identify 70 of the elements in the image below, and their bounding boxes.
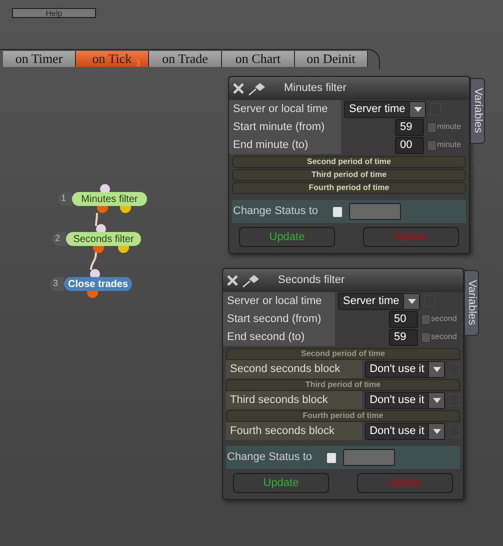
dropdown-field[interactable]: Don't use it [364,360,446,378]
number-field[interactable]: 50 [389,310,418,328]
node-pill[interactable]: Close trades [64,277,132,291]
tab[interactable]: on Chart [222,51,295,67]
node-number: 3 [50,277,64,291]
dropdown-field[interactable]: Don't use it [364,392,446,408]
dropdown-value: Don't use it [368,424,426,438]
dropdown-value: Server time [348,102,406,116]
field-label: Server or local time [229,100,341,118]
checkbox[interactable] [427,122,437,132]
checkbox[interactable] [421,332,431,342]
field-label: Second seconds block [226,360,362,378]
section-header[interactable]: Third period of time [226,379,460,391]
connector-line [95,212,98,226]
field-label: Third seconds block [226,391,362,409]
node-number: 2 [52,232,66,246]
checkbox[interactable] [327,452,336,462]
field-label: Start second (from) [223,310,335,328]
number-field[interactable]: 59 [395,118,424,136]
update-button[interactable]: Update [239,227,335,247]
connector-line [90,252,97,270]
tab[interactable]: on Deinit [295,51,368,67]
checkbox[interactable] [333,206,342,216]
field-label: Start minute (from) [229,118,341,136]
side-tab-label: Variables [464,280,479,326]
dropdown-field[interactable]: Server time [338,292,420,310]
dropdown-value: Don't use it [368,362,426,376]
node-pill[interactable]: Minutes filter [72,192,147,206]
pin-icon[interactable] [248,82,266,96]
field-label: End second (to) [223,328,335,346]
pin-icon[interactable] [242,274,260,288]
unit-label: second [431,313,457,325]
close-icon[interactable] [233,83,244,94]
status-field[interactable] [343,449,395,466]
field-label: Fourth seconds block [226,422,362,440]
number-field[interactable]: 00 [395,136,424,154]
tab[interactable]: on Timer [3,51,76,67]
checkbox[interactable] [421,314,431,324]
unit-label: minute [437,121,462,133]
side-tab-label: Variables [470,88,485,134]
status-label: Change Status to [227,450,314,466]
side-tab[interactable]: Variables [464,270,479,336]
section-header[interactable]: Fourth period of time [226,410,460,422]
side-tab[interactable]: Variables [470,78,485,144]
dropdown-field[interactable]: Server time [344,100,426,118]
tab[interactable]: on Tick 3 [76,51,149,67]
dropdown-field[interactable]: Don't use it [364,422,446,440]
window-title: Minutes filter [284,81,346,96]
tab[interactable]: on Trade [149,51,222,67]
dropdown-value: Server time [342,294,400,308]
section-header[interactable]: Fourth period of time [232,182,466,194]
number-field[interactable]: 59 [389,328,418,346]
checkbox[interactable] [427,140,437,150]
status-label: Change Status to [233,204,320,220]
section-header[interactable]: Third period of time [232,169,466,181]
node-pill[interactable]: Seconds filter [66,232,141,246]
update-button[interactable]: Update [233,473,329,493]
field-label: Server or local time [223,292,335,310]
dropdown-value: Don't use it [368,392,426,408]
node-number: 1 [58,192,72,206]
window-title: Seconds filter [278,273,345,288]
close-icon[interactable] [227,275,238,286]
help-button[interactable]: Help [12,8,96,18]
tab-count: 3 [136,57,140,70]
status-field[interactable] [349,203,401,220]
section-header[interactable]: Second period of time [232,156,466,168]
unit-label: second [431,331,457,343]
field-label: End minute (to) [229,136,341,154]
unit-label: minute [437,139,462,151]
section-header[interactable]: Second period of time [226,348,460,360]
